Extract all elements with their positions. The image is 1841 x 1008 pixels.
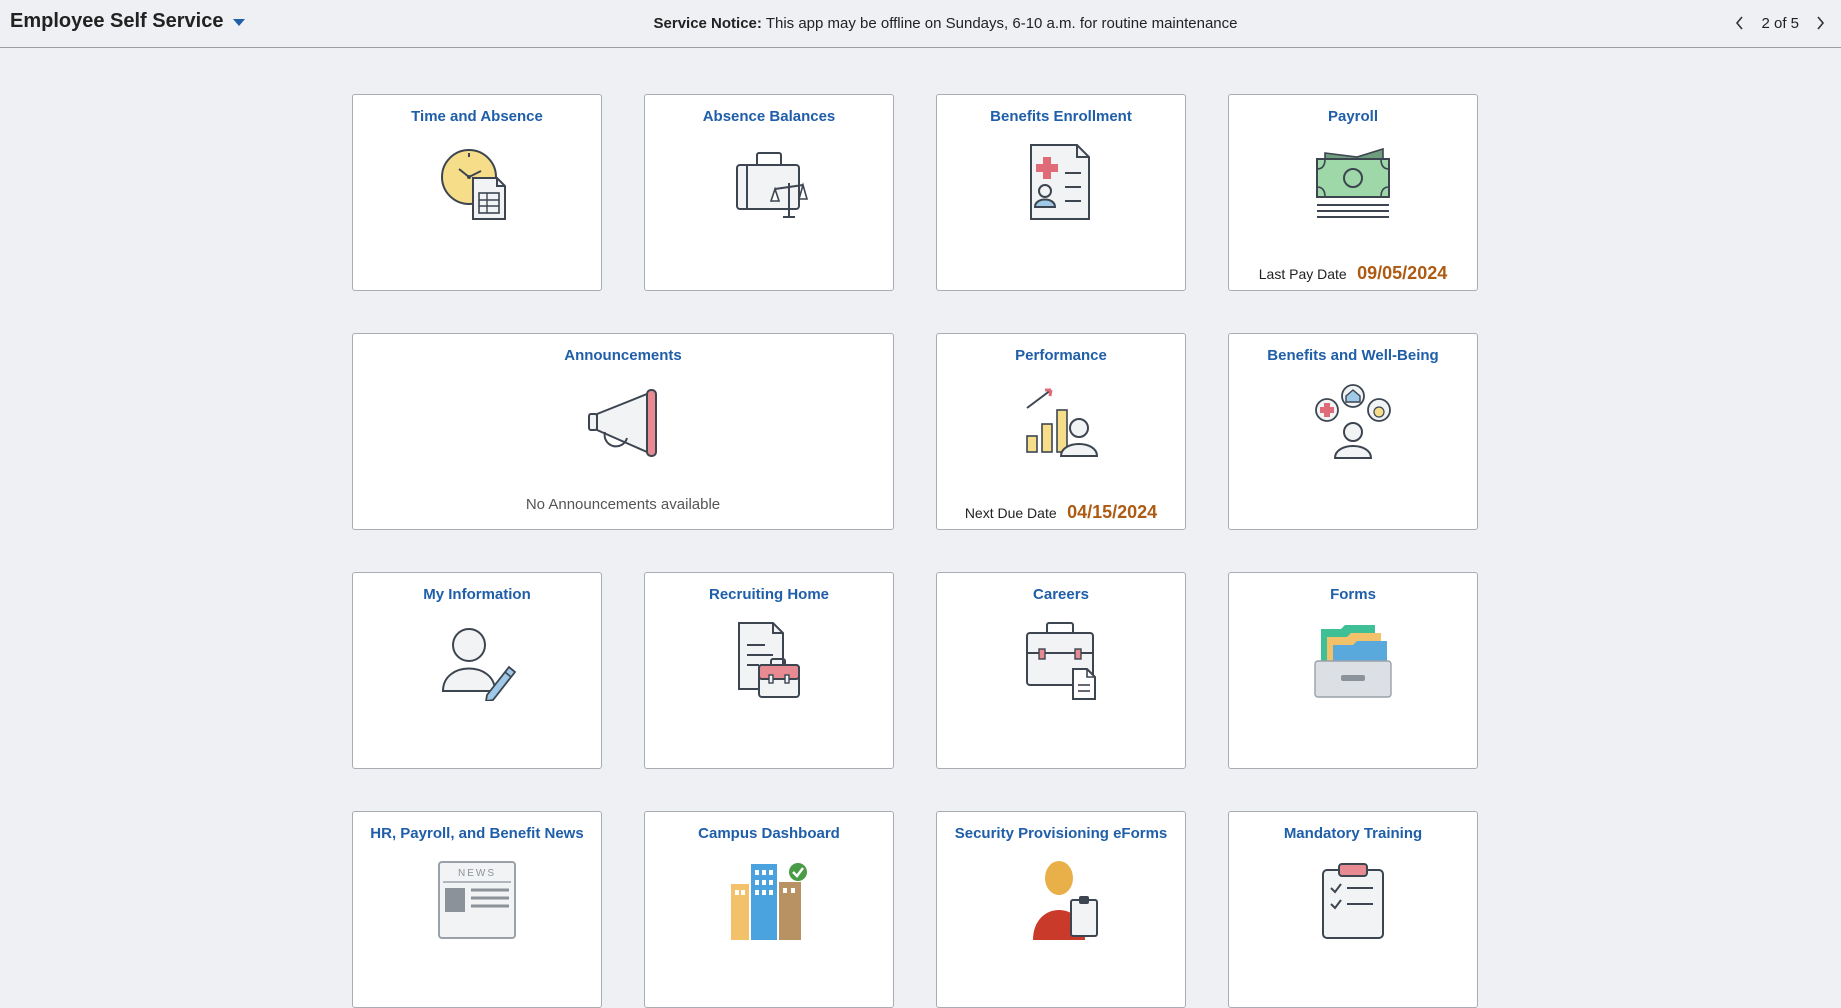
tile-title: Time and Absence — [411, 108, 543, 125]
megaphone-icon — [583, 382, 663, 462]
newspaper-icon: NEWS — [437, 860, 517, 940]
no-announcements-message: No Announcements available — [525, 496, 721, 513]
tile-title: Performance — [1015, 347, 1107, 364]
tile-title: My Information — [423, 586, 531, 603]
tile-hr-payroll-benefit-news[interactable]: HR, Payroll, and Benefit News NEWS — [352, 811, 602, 1008]
next-due-date-value: 04/15/2024 — [1067, 502, 1158, 522]
chevron-right-icon — [1817, 16, 1825, 30]
tile-title: Benefits and Well-Being — [1267, 347, 1439, 364]
tile-title: HR, Payroll, and Benefit News — [370, 825, 584, 842]
document-briefcase-icon — [729, 621, 809, 701]
tile-my-information[interactable]: My Information — [352, 572, 602, 769]
tile-security-provisioning-eforms[interactable]: Security Provisioning eForms — [936, 811, 1186, 1008]
chevron-left-icon — [1736, 16, 1744, 30]
folder-tray-icon — [1313, 621, 1393, 701]
buildings-check-icon — [729, 860, 809, 940]
tile-title: Benefits Enrollment — [990, 108, 1132, 125]
tile-title: Forms — [1330, 586, 1376, 603]
chart-person-icon — [1021, 382, 1101, 462]
tile-payroll[interactable]: Payroll Last Pay Date 09/05/2024 — [1228, 94, 1478, 291]
page-navigator: 2 of 5 — [1731, 14, 1829, 32]
tile-benefits-and-well-being[interactable]: Benefits and Well-Being — [1228, 333, 1478, 530]
tile-time-and-absence[interactable]: Time and Absence — [352, 94, 602, 291]
tile-announcements[interactable]: Announcements No Announcements available — [352, 333, 894, 530]
previous-page-button[interactable] — [1731, 14, 1749, 32]
tile-title: Careers — [1033, 586, 1089, 603]
tile-title: Security Provisioning eForms — [954, 825, 1168, 842]
tile-performance[interactable]: Performance Next Due Date 04/15/2024 — [936, 333, 1186, 530]
tile-title: Absence Balances — [702, 108, 836, 125]
checklist-clipboard-icon — [1313, 860, 1393, 940]
person-clipboard-icon — [1021, 860, 1101, 940]
service-notice: Service Notice: This app may be offline … — [0, 15, 1841, 32]
person-pencil-icon — [437, 621, 517, 701]
last-pay-date-label: Last Pay Date — [1258, 266, 1347, 282]
tile-careers[interactable]: Careers — [936, 572, 1186, 769]
money-icon — [1313, 143, 1393, 223]
person-benefits-icon — [1313, 382, 1393, 462]
app-header: Employee Self Service Service Notice: Th… — [0, 0, 1841, 48]
tile-title: Recruiting Home — [708, 586, 829, 603]
newspaper-icon-text: NEWS — [458, 868, 496, 879]
medical-form-icon — [1021, 143, 1101, 223]
tile-benefits-enrollment[interactable]: Benefits Enrollment — [936, 94, 1186, 291]
next-due-date-label: Next Due Date — [964, 505, 1057, 521]
performance-footer: Next Due Date 04/15/2024 — [937, 502, 1185, 523]
tile-absence-balances[interactable]: Absence Balances — [644, 94, 894, 291]
service-notice-text: This app may be offline on Sundays, 6-10… — [765, 15, 1238, 32]
tile-forms[interactable]: Forms — [1228, 572, 1478, 769]
tile-title: Campus Dashboard — [698, 825, 840, 842]
tile-title: Announcements — [564, 347, 682, 364]
briefcase-scale-icon — [729, 143, 809, 223]
page-indicator: 2 of 5 — [1761, 14, 1799, 32]
payroll-footer: Last Pay Date 09/05/2024 — [1229, 263, 1477, 284]
last-pay-date-value: 09/05/2024 — [1357, 263, 1448, 283]
tile-mandatory-training[interactable]: Mandatory Training — [1228, 811, 1478, 1008]
tile-title: Payroll — [1327, 108, 1379, 125]
service-notice-label: Service Notice: — [653, 15, 762, 32]
briefcase-document-icon — [1021, 621, 1101, 701]
next-page-button[interactable] — [1811, 14, 1829, 32]
tile-title: Mandatory Training — [1283, 825, 1423, 842]
tile-campus-dashboard[interactable]: Campus Dashboard — [644, 811, 894, 1008]
tile-recruiting-home[interactable]: Recruiting Home — [644, 572, 894, 769]
clock-timesheet-icon — [437, 143, 517, 223]
